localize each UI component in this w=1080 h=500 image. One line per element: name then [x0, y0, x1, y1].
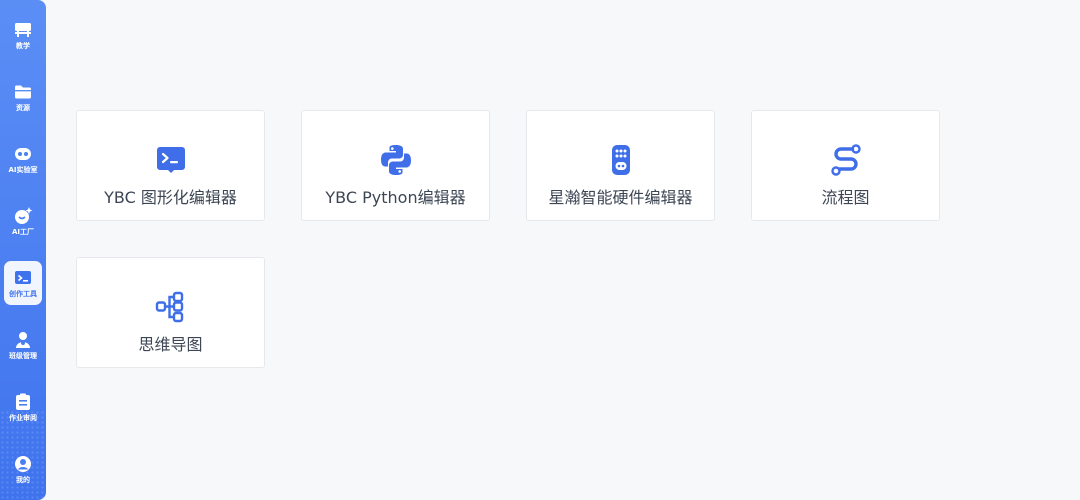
- python-icon: [379, 143, 413, 177]
- tool-card-hardware-editor[interactable]: 星瀚智能硬件编辑器: [526, 110, 715, 221]
- tool-card-graphical-editor[interactable]: YBC 图形化编辑器: [76, 110, 265, 221]
- sidebar-item-ai-lab[interactable]: AI实验室: [4, 137, 42, 181]
- sidebar-item-label: AI工厂: [11, 227, 35, 236]
- sidebar-item-homework-review[interactable]: 作业审阅: [4, 385, 42, 429]
- sidebar-item-label: 我的: [16, 475, 30, 484]
- graphical-editor-icon: [154, 143, 188, 177]
- tool-card-python-editor[interactable]: YBC Python编辑器: [301, 110, 490, 221]
- sidebar-item-teaching[interactable]: 教学: [4, 13, 42, 57]
- tool-card-title: YBC Python编辑器: [325, 188, 466, 207]
- sidebar-item-ai-factory[interactable]: AI工厂: [4, 199, 42, 243]
- sidebar-item-label: 资源: [16, 103, 30, 112]
- sidebar-item-label: 创作工具: [9, 289, 37, 298]
- tool-card-title: YBC 图形化编辑器: [104, 188, 237, 207]
- tool-card-flowchart[interactable]: 流程图: [751, 110, 940, 221]
- tool-card-mindmap[interactable]: 思维导图: [76, 257, 265, 368]
- sidebar-item-label: 作业审阅: [9, 413, 37, 422]
- flowchart-path-icon: [829, 143, 863, 177]
- tool-card-title: 思维导图: [138, 335, 203, 354]
- tool-card-title: 星瀚智能硬件编辑器: [548, 188, 693, 207]
- sidebar: 教学 资源 AI实验室 AI工厂 创作工具 班级管理 作业审阅 我的: [0, 0, 46, 500]
- ai-sparkle-icon: [13, 206, 33, 226]
- folder-icon: [13, 82, 33, 102]
- code-terminal-icon: [13, 268, 33, 288]
- clipboard-icon: [13, 392, 33, 412]
- sidebar-item-label: 班级管理: [9, 351, 37, 360]
- teaching-board-icon: [13, 20, 33, 40]
- sidebar-item-label: AI实验室: [8, 165, 38, 174]
- sidebar-item-creation-tools[interactable]: 创作工具: [4, 261, 42, 305]
- sidebar-item-class-management[interactable]: 班级管理: [4, 323, 42, 367]
- sidebar-item-mine[interactable]: 我的: [4, 447, 42, 491]
- tool-card-title: 流程图: [821, 188, 870, 207]
- robot-icon: [13, 144, 33, 164]
- sidebar-item-resources[interactable]: 资源: [4, 75, 42, 119]
- sidebar-item-label: 教学: [16, 41, 30, 50]
- mindmap-icon: [154, 290, 188, 324]
- class-group-icon: [13, 330, 33, 350]
- user-avatar-icon: [13, 454, 33, 474]
- hardware-device-icon: [604, 143, 638, 177]
